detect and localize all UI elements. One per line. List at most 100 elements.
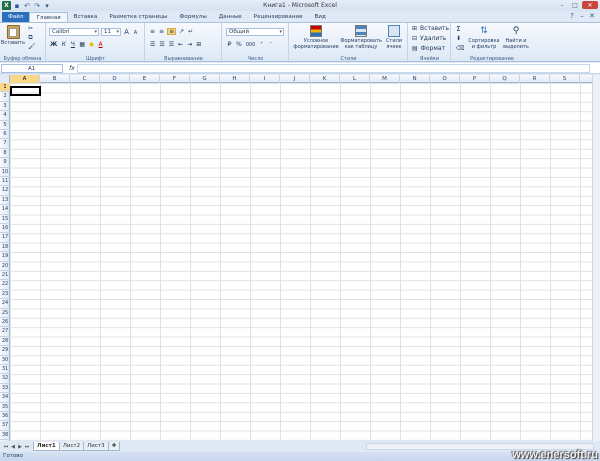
clear-icon[interactable]: ⌫ [455,45,465,52]
maximize-button[interactable]: □ [569,1,581,9]
tab-formulas[interactable]: Формулы [173,12,212,22]
row-header-6[interactable]: 6 [0,130,10,140]
shrink-font-button[interactable]: A [132,29,139,36]
ribbon-close-icon[interactable]: ✕ [588,12,596,20]
column-header-d[interactable]: D [100,75,130,83]
row-header-21[interactable]: 21 [0,271,10,281]
row-header-36[interactable]: 36 [0,412,10,422]
tab-view[interactable]: Вид [309,12,332,22]
comma-style-button[interactable]: 000 [245,41,257,48]
row-header-8[interactable]: 8 [0,149,10,159]
row-header-14[interactable]: 14 [0,205,10,215]
row-header-38[interactable]: 38 [0,431,10,441]
conditional-formatting-button[interactable]: Условное форматирование [292,25,340,50]
ribbon-minimize-icon[interactable]: – [578,12,586,20]
italic-button[interactable]: К [60,41,67,48]
row-header-29[interactable]: 29 [0,346,10,356]
row-header-26[interactable]: 26 [0,318,10,328]
tab-insert[interactable]: Вставка [68,12,104,22]
currency-icon[interactable]: ₽ [226,41,233,48]
column-header-r[interactable]: R [520,75,550,83]
sheet-tab-1[interactable]: Лист1 [33,442,60,451]
row-header-19[interactable]: 19 [0,252,10,262]
row-header-33[interactable]: 33 [0,384,10,394]
align-right-icon[interactable]: ☰ [168,41,175,48]
format-as-table-button[interactable]: Форматировать как таблицу [340,25,382,50]
orientation-icon[interactable]: ↗ [178,28,185,35]
cell-styles-button[interactable]: Стили ячеек [382,25,406,50]
column-header-e[interactable]: E [130,75,160,83]
column-header-j[interactable]: J [280,75,310,83]
tab-home[interactable]: Главная [29,12,68,22]
sheet-tab-2[interactable]: Лист2 [58,442,85,451]
bold-button[interactable]: Ж [49,41,58,48]
row-header-11[interactable]: 11 [0,177,10,187]
column-header-c[interactable]: C [70,75,100,83]
borders-icon[interactable]: ▦ [78,41,86,48]
sort-filter-button[interactable]: ⇅ Сортировка и фильтр [468,25,500,51]
increase-decimal-icon[interactable]: ⁺ [258,41,265,48]
column-header-m[interactable]: M [370,75,400,83]
merge-cells-icon[interactable]: ⊞ [195,41,202,48]
select-all-button[interactable] [0,75,10,83]
row-header-13[interactable]: 13 [0,196,10,206]
column-header-g[interactable]: G [190,75,220,83]
row-header-37[interactable]: 37 [0,421,10,431]
row-header-22[interactable]: 22 [0,280,10,290]
underline-button[interactable]: Ч [69,41,76,48]
paste-button[interactable]: Вставить [1,25,25,46]
row-header-25[interactable]: 25 [0,309,10,318]
tab-review[interactable]: Рецензирование [248,12,309,22]
row-header-16[interactable]: 16 [0,224,10,234]
close-button[interactable]: ✕ [582,1,598,9]
row-header-24[interactable]: 24 [0,299,10,309]
prev-sheet-icon[interactable]: ◀ [10,443,16,450]
delete-cells-button[interactable]: ⊟ Удалить [411,35,446,42]
decrease-indent-icon[interactable]: ⇤ [177,41,184,48]
font-size-select[interactable]: 11 [101,28,121,36]
row-header-1[interactable]: 1 [0,83,10,93]
column-header-b[interactable]: B [40,75,70,83]
column-header-q[interactable]: Q [490,75,520,83]
font-color-button[interactable]: A [97,41,104,48]
grow-font-button[interactable]: A [123,28,130,36]
row-header-32[interactable]: 32 [0,374,10,384]
column-header-f[interactable]: F [160,75,190,83]
formula-input[interactable] [77,63,590,73]
row-header-5[interactable]: 5 [0,121,10,130]
minimize-button[interactable]: – [556,1,568,9]
column-header-l[interactable]: L [340,75,370,83]
row-header-10[interactable]: 10 [0,168,10,177]
row-header-3[interactable]: 3 [0,102,10,112]
row-header-34[interactable]: 34 [0,393,10,403]
row-header-31[interactable]: 31 [0,365,10,375]
column-header-p[interactable]: P [460,75,490,83]
row-header-35[interactable]: 35 [0,403,10,412]
row-header-4[interactable]: 4 [0,111,10,121]
insert-sheet-icon[interactable]: ✚ [107,442,121,451]
fill-color-icon[interactable]: ◆ [88,41,95,48]
align-center-icon[interactable]: ☰ [158,41,165,48]
copy-icon[interactable]: ⧉ [27,34,34,41]
next-sheet-icon[interactable]: ▶ [17,443,23,450]
tab-page-layout[interactable]: Разметка страницы [103,12,173,22]
cut-icon[interactable]: ✂ [27,25,34,32]
insert-cells-button[interactable]: ⊞ Вставить [411,25,449,32]
align-left-icon[interactable]: ☰ [149,41,156,48]
name-box[interactable]: A1 [1,63,63,73]
number-format-select[interactable]: Общий [226,28,284,36]
last-sheet-icon[interactable]: ⏭ [24,443,30,450]
insert-function-button[interactable]: fx [67,65,77,72]
format-painter-icon[interactable]: 🖌 [27,43,37,50]
decrease-decimal-icon[interactable]: ⁻ [267,41,274,48]
column-header-s[interactable]: S [550,75,580,83]
row-header-17[interactable]: 17 [0,233,10,243]
row-header-28[interactable]: 28 [0,337,10,347]
column-header-a[interactable]: A [10,75,40,83]
row-header-18[interactable]: 18 [0,243,10,253]
row-header-20[interactable]: 20 [0,262,10,271]
wrap-text-icon[interactable]: ↵ [187,28,194,35]
find-select-button[interactable]: ⚲ Найти и выделить [502,25,530,51]
fill-icon[interactable]: ⬇ [455,35,462,42]
cell-grid[interactable] [10,83,592,441]
